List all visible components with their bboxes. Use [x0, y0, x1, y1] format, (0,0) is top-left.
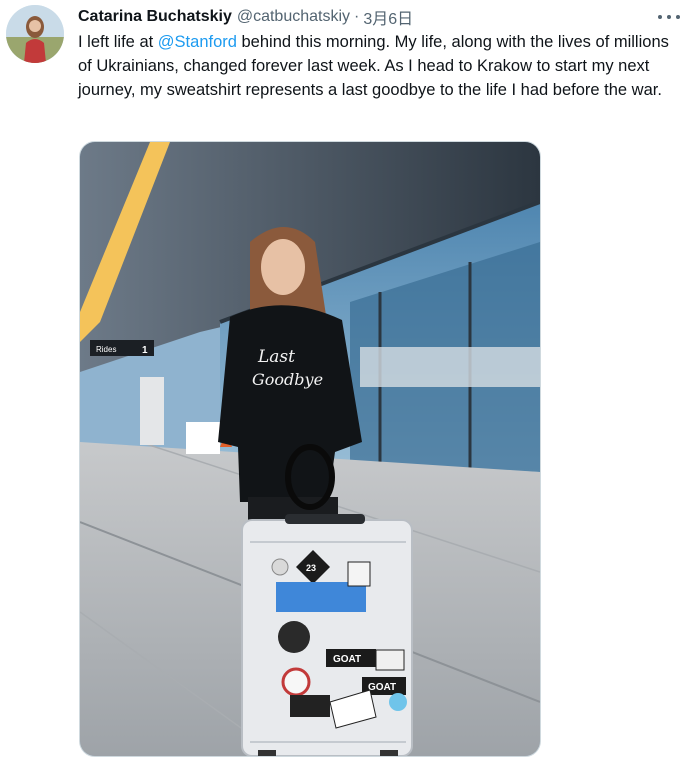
sweatshirt-text-line1: Last: [257, 347, 295, 367]
tweet-date[interactable]: 3月6日: [363, 5, 413, 29]
author-avatar[interactable]: [6, 5, 64, 63]
tweet-photo[interactable]: Rides 1 Last Goodbye 23 GOAT GOAT: [79, 141, 541, 757]
sweatshirt-text-line2: Goodbye: [252, 370, 323, 389]
more-options-icon[interactable]: [658, 8, 680, 26]
author-name[interactable]: Catarina Buchatskiy: [78, 8, 232, 26]
sticker-goat-2: GOAT: [368, 682, 396, 693]
sticker-goat-1: GOAT: [333, 654, 361, 665]
sticker-number: 23: [306, 563, 316, 573]
tweet[interactable]: Catarina Buchatskiy @catbuchatskiy · 3月6…: [0, 0, 692, 760]
sign-label: Rides: [96, 345, 116, 354]
tweet-text-part1: I left life at: [78, 33, 158, 51]
author-handle[interactable]: @catbuchatskiy: [237, 8, 350, 26]
header-separator: ·: [354, 8, 360, 25]
sign-number: 1: [142, 345, 148, 356]
tweet-text: I left life at @Stanford behind this mor…: [78, 30, 682, 102]
mention-link[interactable]: @Stanford: [158, 33, 237, 51]
tweet-header: Catarina Buchatskiy @catbuchatskiy · 3月6…: [78, 6, 632, 28]
